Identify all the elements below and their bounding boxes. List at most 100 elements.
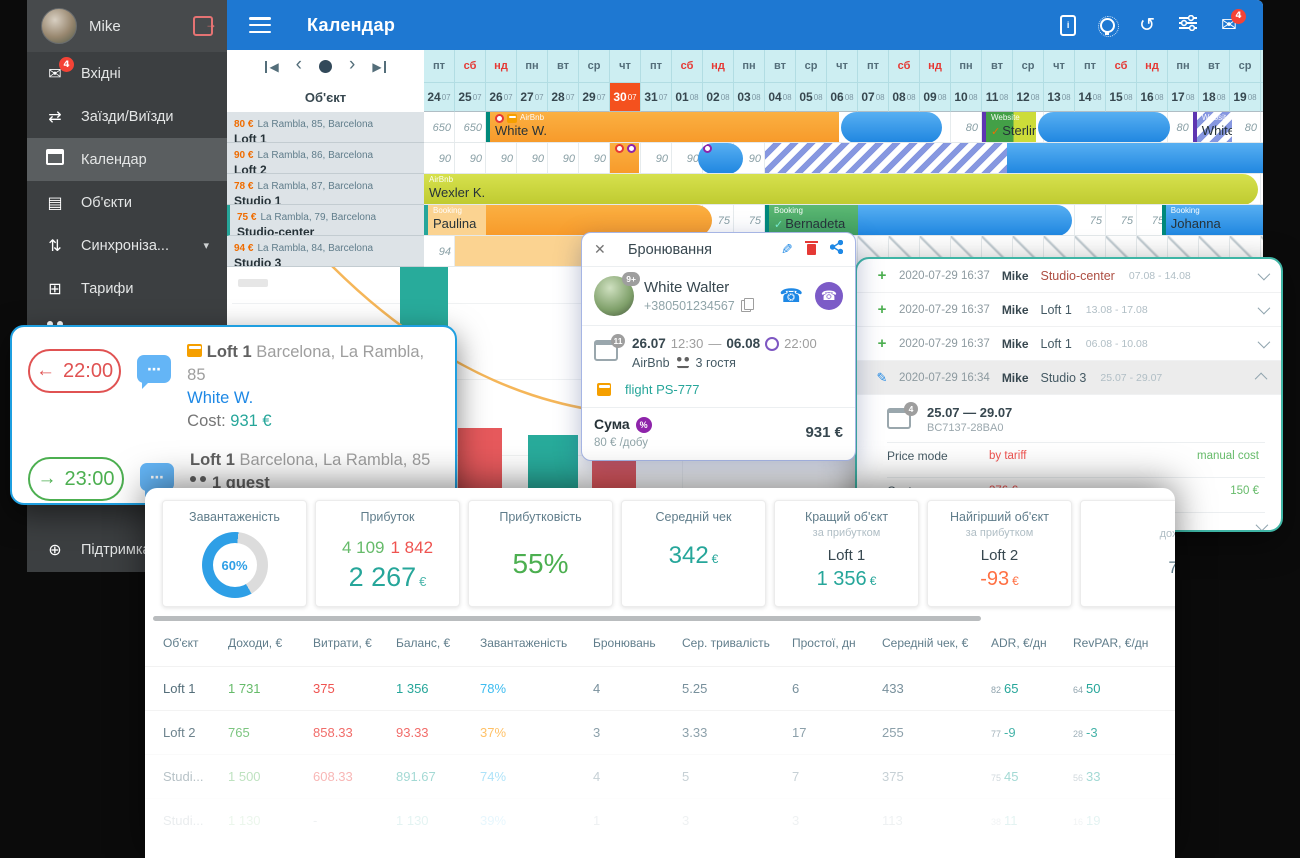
sidebar-item-хідні[interactable]: ✉4Вхідні [27,52,227,95]
date-cell[interactable]: 3107 [641,83,672,112]
sidebar-item-арифи[interactable]: ⊞Тарифи [27,267,227,310]
date-cell[interactable]: 0508 [796,83,827,112]
date-cell[interactable]: 1208 [1013,83,1044,112]
rate-cell[interactable]: 90 [548,143,579,174]
date-cell[interactable]: 2707 [517,83,548,112]
booking-bar[interactable]: BookingJohanna [1162,205,1263,236]
rate-cell[interactable]: 650 [455,112,486,143]
booking-bar[interactable] [1038,112,1170,143]
date-cell[interactable]: 1408 [1075,83,1106,112]
arrival-time-pill[interactable]: ← 22:00 [28,349,121,393]
booking-bar[interactable]: Website✓Sterling [982,112,1036,143]
rate-cell[interactable]: 80 [951,112,982,143]
rate-cell[interactable]: 90 [486,143,517,174]
chevron-up-icon[interactable] [1255,373,1268,386]
date-cell[interactable]: 0808 [889,83,920,112]
table-column-header[interactable]: Простої, дн [792,636,856,650]
history-row[interactable]: ✎2020-07-29 16:34MikeStudio 325.07 - 29.… [857,361,1281,395]
booking-bar[interactable]: WebsiteWhite W. [1193,112,1232,143]
rate-cell[interactable]: 90 [641,143,672,174]
sidebar-item-бєкти[interactable]: ▤Об'єкти [27,181,227,224]
sidebar-item-аїздииїзди[interactable]: ⇄Заїзди/Виїзди [27,95,227,138]
booking-bar[interactable] [610,143,639,174]
departure-time-pill[interactable]: → 23:00 [28,457,124,501]
date-cell[interactable]: 2407 [424,83,455,112]
kpi-card[interactable]: Прибутковість55% [468,500,613,607]
rate-cell[interactable]: 94 [424,236,455,267]
property-row-label[interactable]: 94 €La Rambla, 84, BarcelonaStudio 3 [227,236,424,267]
date-cell[interactable]: 0908 [920,83,951,112]
table-column-header[interactable]: Бронювань [593,636,656,650]
kpi-card[interactable]: Завантаженість60% [162,500,307,607]
history-icon[interactable]: ↺ [1139,16,1155,35]
call-icon[interactable]: ☎ [779,285,803,307]
property-row-label[interactable]: 78 €La Rambla, 87, BarcelonaStudio 1 [227,174,424,205]
menu-icon[interactable] [249,17,271,33]
chat-icon[interactable]: ⋯ [140,463,174,491]
sidebar-item-алендар[interactable]: Календар [27,138,227,181]
table-row[interactable]: Loft 11 7313751 35678%45.25643382656450 [145,666,1175,711]
ideas-lightbulb-icon[interactable] [1100,18,1115,33]
table-column-header[interactable]: Об'єкт [163,636,199,650]
today-button[interactable] [319,60,332,73]
property-row-label[interactable]: 75 €La Rambla, 79, BarcelonaStudio-cente… [227,205,424,236]
kpi-card[interactable]: Найгірший об'єктза прибуткомLoft 2-93€ [927,500,1072,607]
kpi-card[interactable]: ADRдохід приб7041 [1080,500,1175,607]
property-row-label[interactable]: 90 €La Rambla, 86, BarcelonaLoft 2 [227,143,424,174]
property-row-label[interactable]: 80 €La Rambla, 85, BarcelonaLoft 1 [227,112,424,143]
chevron-down-icon[interactable] [1256,518,1269,531]
logout-icon[interactable] [193,16,213,36]
booking-bar[interactable] [841,112,942,143]
date-cell[interactable]: 1108 [982,83,1013,112]
table-column-header[interactable]: ADR, €/дн [991,636,1047,650]
date-cell[interactable]: 1708 [1168,83,1199,112]
last-page-button[interactable]: ▶ [372,61,385,73]
sidebar-user[interactable]: Mike [27,0,227,52]
viber-icon[interactable]: ☎ [815,282,843,310]
rate-cell[interactable]: 80 [1171,112,1193,143]
first-page-button[interactable]: ◀ [265,61,278,73]
table-column-header[interactable]: Середній чек, € [882,636,968,650]
mail-icon[interactable]: ✉4 [1221,16,1237,35]
settings-sliders-icon[interactable] [1179,15,1197,35]
rate-cell[interactable]: 90 [517,143,548,174]
date-cell[interactable]: 1908 [1230,83,1261,112]
date-cell[interactable]: 1308 [1044,83,1075,112]
share-icon[interactable] [830,240,843,259]
copy-icon[interactable] [741,300,751,312]
table-row[interactable]: Studi...1 130-1 13039%13311338111619 [145,798,1175,843]
rate-cell[interactable]: 650 [424,112,455,143]
kpi-card[interactable]: Кращий об'єктза прибуткомLoft 11 356€ [774,500,919,607]
date-cell[interactable]: 2907 [579,83,610,112]
close-icon[interactable]: ✕ [594,241,614,258]
date-cell[interactable]: 2607 [486,83,517,112]
table-column-header[interactable]: Витрати, € [313,636,372,650]
booking-bar[interactable] [455,236,585,267]
date-cell[interactable]: 0208 [703,83,734,112]
chat-icon[interactable]: ⋯ [137,355,171,383]
date-cell[interactable]: 0408 [765,83,796,112]
prev-button[interactable]: ‹ [296,58,302,72]
date-cell[interactable]: 0608 [827,83,858,112]
booking-bar[interactable] [858,205,1072,236]
rate-cell[interactable]: 90 [743,143,765,174]
booking-bar[interactable]: AirBnbWexler K. [424,174,1258,205]
guest-link[interactable]: White W. [187,389,253,407]
date-cell[interactable]: 1608 [1137,83,1168,112]
edit-icon[interactable]: ✎ [781,242,793,258]
delete-icon[interactable] [807,244,816,255]
table-column-header[interactable]: Баланс, € [396,636,450,650]
date-cell[interactable]: 1808 [1199,83,1230,112]
date-cell[interactable]: 1008 [951,83,982,112]
chevron-down-icon[interactable] [1258,336,1271,349]
rate-cell[interactable]: 90 [424,143,455,174]
rate-cell[interactable]: 90 [579,143,610,174]
date-cell[interactable]: 2507 [455,83,486,112]
chevron-down-icon[interactable] [1258,302,1271,315]
table-column-header[interactable]: Доходи, € [228,636,282,650]
date-cell[interactable]: 3007 [610,83,641,112]
table-scrollbar[interactable] [153,616,981,621]
booking-bar[interactable]: BookingPaulina [424,205,486,236]
next-button[interactable]: › [349,58,355,72]
table-row[interactable]: Studi...1 500608.33891.6774%457375754556… [145,754,1175,799]
